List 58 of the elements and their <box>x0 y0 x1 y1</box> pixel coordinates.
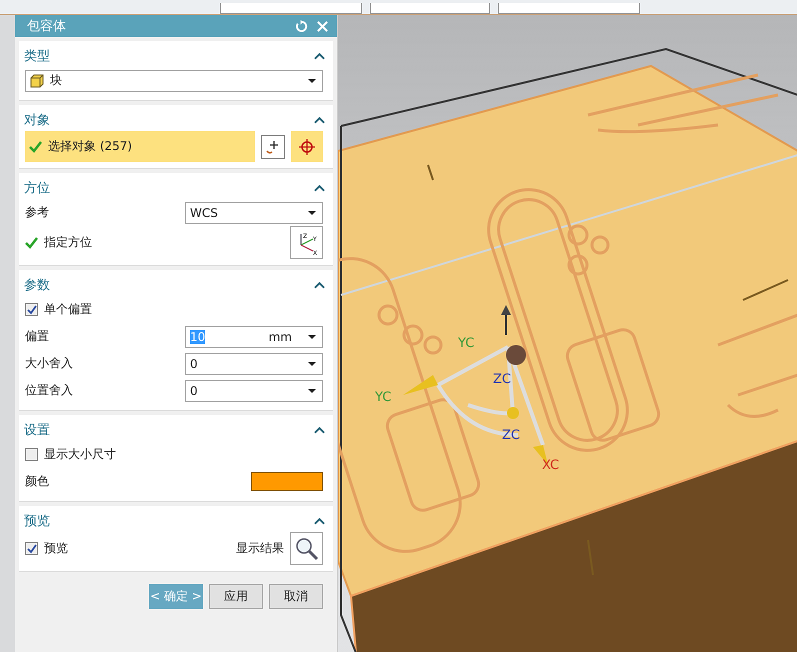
checkbox-label: 显示大小尺寸 <box>44 446 116 463</box>
axis-label: YC <box>375 390 392 405</box>
toolbar-dropdown[interactable] <box>220 3 362 14</box>
axis-label: ZC <box>493 372 511 387</box>
caret-icon <box>308 362 316 366</box>
dialog-button[interactable]: 取消 <box>269 584 323 609</box>
chevron-icon[interactable] <box>314 116 325 124</box>
dialog-button[interactable]: 应用 <box>209 584 263 609</box>
chevron-icon[interactable] <box>314 517 325 525</box>
chevron-icon[interactable] <box>314 52 325 60</box>
unit-label: mm <box>268 330 292 344</box>
axis-label: YC <box>458 336 474 351</box>
checkbox-label: 单个偏置 <box>44 301 92 318</box>
select-object-bar[interactable]: 选择对象 (257) <box>25 131 255 162</box>
show-result-label: 显示结果 <box>236 540 284 557</box>
checkbox-label: 预览 <box>44 540 68 557</box>
checkbox[interactable] <box>25 303 38 316</box>
type-dropdown[interactable]: 块 <box>25 70 323 92</box>
reset-icon[interactable] <box>295 20 308 32</box>
checkbox[interactable] <box>25 448 38 461</box>
field-label: 颜色 <box>25 473 49 490</box>
axis-label: XC <box>542 458 560 473</box>
field-label: 指定方位 <box>44 234 92 251</box>
value-dropdown[interactable]: 10 mm <box>185 326 323 348</box>
plus-icon <box>265 138 281 154</box>
field-label: 大小舍入 <box>25 355 73 372</box>
field-label: 参考 <box>25 204 49 221</box>
caret-icon <box>308 388 316 392</box>
section-title: 预览 <box>24 513 50 530</box>
axis-label: ZC <box>502 428 520 443</box>
caret-icon <box>308 334 316 338</box>
checkbox[interactable] <box>25 542 38 555</box>
show-result-button[interactable] <box>290 532 323 565</box>
dialog-title: 包容体 <box>27 18 67 35</box>
toolbar-dropdown[interactable] <box>498 3 640 14</box>
color-swatch[interactable] <box>251 472 323 491</box>
section-title: 类型 <box>24 48 50 65</box>
section-title: 参数 <box>24 277 50 294</box>
chevron-icon[interactable] <box>314 426 325 434</box>
value-dropdown[interactable]: 0 <box>185 380 323 402</box>
field-label: 位置舍入 <box>25 382 73 399</box>
target-button[interactable] <box>291 131 323 162</box>
toolbar-dropdown[interactable] <box>370 3 490 14</box>
caret-icon <box>308 210 316 214</box>
crosshair-icon <box>298 138 316 156</box>
close-icon[interactable] <box>316 20 329 32</box>
add-selection-button[interactable] <box>261 134 285 158</box>
chevron-icon[interactable] <box>314 281 325 289</box>
block-icon <box>30 74 44 88</box>
magnifier-icon <box>294 536 320 562</box>
section-title: 设置 <box>24 422 50 439</box>
chevron-icon[interactable] <box>314 184 325 192</box>
caret-icon <box>308 78 316 82</box>
section-title: 对象 <box>24 112 50 129</box>
field-label: 偏置 <box>25 328 49 345</box>
value-dropdown[interactable]: WCS <box>185 202 323 224</box>
value-dropdown[interactable]: 0 <box>185 352 323 374</box>
section-title: 方位 <box>24 180 50 197</box>
